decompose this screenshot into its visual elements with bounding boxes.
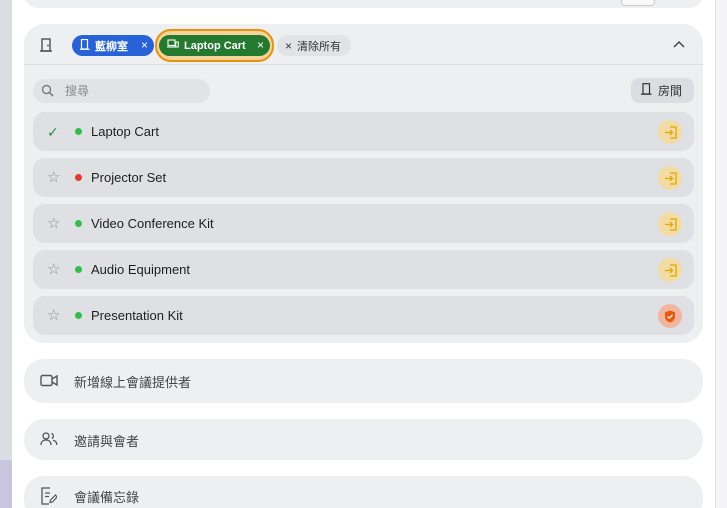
add-online-meeting-provider-label: 新增線上會議提供者	[74, 375, 192, 390]
star-icon[interactable]: ☆	[47, 216, 63, 232]
resource-search-box[interactable]	[33, 79, 210, 103]
meeting-notes-label: 會議備忘錄	[74, 490, 140, 505]
resource-name: Projector Set	[91, 170, 167, 185]
clear-icon: ×	[285, 38, 293, 53]
invite-attendees-label: 邀請與會者	[74, 434, 140, 449]
resource-item-presentation-kit[interactable]: ☆ Presentation Kit	[33, 296, 694, 335]
join-icon[interactable]	[658, 120, 682, 144]
laptop-filter-chip-label: Laptop Cart	[184, 39, 246, 52]
previous-section-control[interactable]	[621, 0, 655, 6]
resource-picker-card: 藍柳室 × Laptop Cart × × 清除所有 房間	[24, 24, 703, 343]
resource-name: Audio Equipment	[91, 262, 191, 277]
star-icon[interactable]: ☆	[47, 170, 63, 186]
search-input[interactable]	[65, 84, 195, 98]
resource-name: Video Conference Kit	[91, 216, 214, 231]
resource-item-video-conference-kit[interactable]: ☆ Video Conference Kit	[33, 204, 694, 243]
search-icon	[41, 84, 55, 98]
note-edit-icon	[40, 487, 58, 508]
laptop-devices-icon	[167, 39, 179, 52]
remove-laptop-chip-icon[interactable]: ×	[257, 38, 264, 52]
shield-icon[interactable]	[658, 304, 682, 328]
resource-picker-header: 藍柳室 × Laptop Cart × × 清除所有	[24, 24, 703, 65]
left-panel-edge-accent	[0, 460, 12, 508]
chevron-up-icon[interactable]	[671, 37, 687, 53]
status-dot-available	[75, 220, 82, 227]
clear-all-label: 清除所有	[297, 40, 342, 53]
video-camera-icon	[40, 374, 58, 390]
status-dot-available	[75, 266, 82, 273]
door-icon	[40, 38, 53, 57]
door-icon	[80, 38, 90, 53]
meeting-notes-row[interactable]: 會議備忘錄	[24, 476, 703, 508]
left-panel-edge	[0, 0, 12, 508]
people-icon	[40, 432, 58, 449]
invite-attendees-row[interactable]: 邀請與會者	[24, 419, 703, 460]
star-icon[interactable]: ☆	[47, 262, 63, 278]
status-dot-available	[75, 312, 82, 319]
check-icon: ✓	[47, 124, 59, 140]
resource-item-laptop-cart[interactable]: ✓ Laptop Cart	[33, 112, 694, 151]
left-panel-edge-dark	[0, 0, 12, 490]
room-filter-chip[interactable]: 藍柳室 ×	[72, 35, 154, 56]
laptop-filter-chip[interactable]: Laptop Cart ×	[159, 35, 270, 56]
resource-item-audio-equipment[interactable]: ☆ Audio Equipment	[33, 250, 694, 289]
join-icon[interactable]	[658, 258, 682, 282]
door-icon	[641, 83, 652, 98]
join-icon[interactable]	[658, 166, 682, 190]
join-icon[interactable]	[658, 212, 682, 236]
add-online-meeting-provider-row[interactable]: 新增線上會議提供者	[24, 359, 703, 403]
status-dot-busy	[75, 174, 82, 181]
room-filter-button-label: 房間	[658, 84, 683, 98]
room-filter-chip-label: 藍柳室	[95, 40, 128, 53]
room-filter-button[interactable]: 房間	[631, 78, 694, 103]
resource-name: Laptop Cart	[91, 124, 159, 139]
star-icon[interactable]: ☆	[47, 308, 63, 324]
status-dot-available	[75, 128, 82, 135]
resource-name: Presentation Kit	[91, 308, 183, 323]
scrollbar-track[interactable]	[715, 0, 727, 508]
previous-section-card	[24, 0, 703, 8]
clear-all-button[interactable]: × 清除所有	[277, 35, 351, 56]
remove-room-chip-icon[interactable]: ×	[141, 38, 148, 52]
resource-item-projector-set[interactable]: ☆ Projector Set	[33, 158, 694, 197]
